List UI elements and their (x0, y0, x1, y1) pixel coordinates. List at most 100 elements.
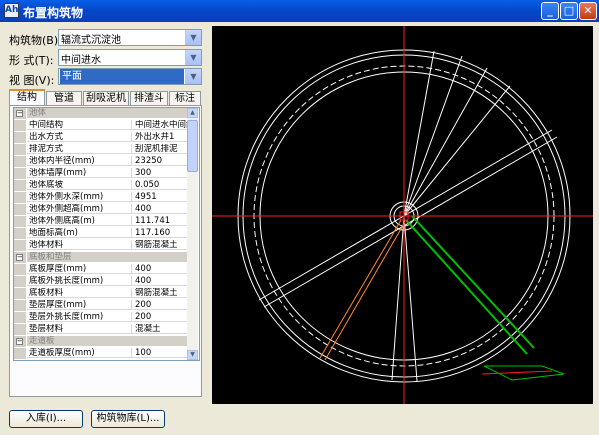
property-value[interactable]: 外出水井1 (131, 132, 187, 142)
property-value[interactable]: 刮泥机排泥 (131, 144, 187, 154)
tab-annotation[interactable]: 标注 (169, 91, 201, 105)
form-type-select-value: 中间进水 (61, 55, 101, 66)
radial-line (403, 215, 418, 382)
minimize-icon: _ (547, 4, 553, 17)
property-panel: −池体中间结构中间进水中间结构2出水方式外出水井1排泥方式刮泥机排泥池体内半径(… (9, 105, 202, 397)
property-row[interactable]: 池体墙厚(mm) 300 (14, 168, 187, 179)
radial-line (403, 85, 511, 217)
scroll-up-icon[interactable]: ▲ (187, 108, 198, 118)
property-name: 出水方式 (27, 132, 131, 142)
row-gutter (14, 312, 26, 323)
property-value[interactable]: 300 (131, 168, 187, 178)
property-name: 池体外侧底高(m) (27, 216, 131, 226)
row-gutter (14, 192, 26, 203)
property-name: 池体外侧水深(mm) (27, 192, 131, 202)
property-value[interactable]: 200 (131, 300, 187, 310)
close-icon: ✕ (583, 4, 593, 17)
structure-select[interactable]: 辐流式沉淀池 ▼ (58, 29, 202, 46)
chevron-down-icon[interactable]: ▼ (185, 69, 201, 84)
property-value[interactable]: 117.160 (131, 228, 187, 238)
tab-scraper[interactable]: 刮吸泥机 (83, 91, 129, 105)
property-row[interactable]: 垫层外挑长度(mm) 200 (14, 312, 187, 323)
drawing-canvas[interactable] (212, 26, 593, 404)
app-icon: Ah (4, 3, 19, 18)
property-value[interactable]: 100 (131, 348, 187, 358)
property-value[interactable]: 111.741 (131, 216, 187, 226)
collapse-icon[interactable]: − (16, 110, 23, 117)
property-value[interactable]: 钢筋混凝土 (131, 240, 187, 250)
property-row[interactable]: 底板厚度(mm) 400 (14, 264, 187, 275)
chevron-down-icon[interactable]: ▼ (185, 30, 201, 45)
property-name: 池体内半径(mm) (27, 156, 131, 166)
property-value[interactable]: 4951 (131, 192, 187, 202)
row-gutter (14, 276, 26, 287)
property-scrollbar[interactable]: ▲ ▼ (187, 108, 198, 360)
library-button[interactable]: 构筑物库(L)... (91, 410, 165, 428)
property-name: 底板和垫层 (27, 252, 187, 262)
property-row[interactable]: 排泥方式 刮泥机排泥 (14, 144, 187, 155)
chevron-down-icon[interactable]: ▼ (185, 50, 201, 65)
property-name: 底板外挑长度(mm) (27, 276, 131, 286)
row-gutter (14, 324, 26, 335)
structure-select-value: 辐流式沉淀池 (61, 35, 121, 46)
property-value[interactable]: 400 (131, 276, 187, 286)
structure-label: 构筑物(B): (9, 34, 62, 47)
property-value[interactable]: 0.050 (131, 180, 187, 190)
property-category[interactable]: − 底板和垫层 (14, 252, 187, 263)
minimize-button[interactable]: _ (541, 2, 559, 20)
property-row[interactable]: 池体外侧底高(m) 111.741 (14, 216, 187, 227)
property-value[interactable]: 400 (131, 264, 187, 274)
property-value[interactable]: 混凝土 (131, 324, 187, 334)
tab-sludge-hopper[interactable]: 排渣斗 (130, 91, 168, 105)
collapse-icon[interactable]: − (16, 254, 23, 261)
property-name: 池体外侧超高(mm) (27, 204, 131, 214)
row-gutter (14, 180, 26, 191)
property-name: 池体材料 (27, 240, 131, 250)
tab-structure[interactable]: 结构 (9, 89, 45, 106)
form-type-select[interactable]: 中间进水 ▼ (58, 49, 202, 66)
row-gutter (14, 264, 26, 275)
collapse-icon[interactable]: − (16, 338, 23, 345)
view-select-value: 平面 (60, 69, 184, 84)
property-name: 地面标高(m) (27, 228, 131, 238)
close-button[interactable]: ✕ (579, 2, 597, 20)
property-value[interactable]: 中间进水中间结构2 (131, 120, 187, 130)
row-gutter (14, 216, 26, 227)
title-bar: Ah 布置构筑物 _ □ ✕ (0, 0, 599, 22)
scraper-arm (411, 215, 535, 349)
property-row[interactable]: 出水方式 外出水井1 (14, 132, 187, 143)
property-row[interactable]: 池体材料 钢筋混凝土 (14, 240, 187, 251)
property-category[interactable]: − 走道板 (14, 336, 187, 347)
maximize-button[interactable]: □ (560, 2, 578, 20)
property-row[interactable]: 池体外侧水深(mm) 4951 (14, 192, 187, 203)
property-row[interactable]: 地面标高(m) 117.160 (14, 228, 187, 239)
form-type-label: 形 式(T): (9, 54, 54, 67)
property-name: 中间结构 (27, 120, 131, 130)
scroll-thumb[interactable] (187, 120, 198, 172)
property-value[interactable]: 400 (131, 204, 187, 214)
view-select[interactable]: 平面 ▼ (58, 68, 202, 85)
property-row[interactable]: 池体底坡 0.050 (14, 180, 187, 191)
property-row[interactable]: 垫层厚度(mm) 200 (14, 300, 187, 311)
tab-pipes[interactable]: 管道 (46, 91, 82, 105)
property-row[interactable]: 底板外挑长度(mm) 400 (14, 276, 187, 287)
property-row[interactable]: 底板材料 钢筋混凝土 (14, 288, 187, 299)
property-category[interactable]: − 池体 (14, 108, 187, 119)
property-value[interactable]: 钢筋混凝土 (131, 288, 187, 298)
plan-view-drawing (212, 26, 593, 404)
row-gutter (14, 300, 26, 311)
radial-line (403, 67, 488, 217)
property-row[interactable]: 中间结构中间进水中间结构2 (14, 120, 187, 131)
outlet-line (481, 370, 553, 375)
property-row[interactable]: 池体内半径(mm) 23250 (14, 156, 187, 167)
property-row[interactable]: 垫层材料 混凝土 (14, 324, 187, 335)
row-gutter (14, 240, 26, 251)
sludge-pipe (324, 221, 406, 361)
property-name: 垫层外挑长度(mm) (27, 312, 131, 322)
scroll-down-icon[interactable]: ▼ (187, 350, 198, 360)
property-row[interactable]: 走道板厚度(mm) 100 (14, 348, 187, 359)
property-row[interactable]: 池体外侧超高(mm) 400 (14, 204, 187, 215)
property-value[interactable]: 200 (131, 312, 187, 322)
store-button[interactable]: 入库(I)... (9, 410, 83, 428)
property-value[interactable]: 23250 (131, 156, 187, 166)
